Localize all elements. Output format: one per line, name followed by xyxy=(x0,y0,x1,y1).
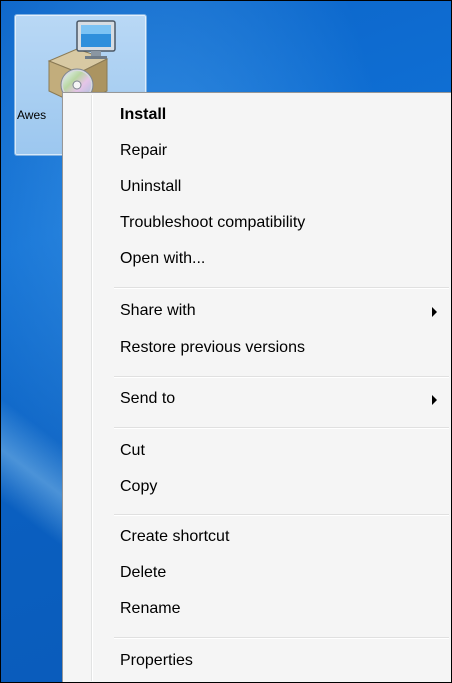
menu-item-label: Rename xyxy=(120,600,181,617)
submenu-arrow-icon xyxy=(432,307,437,317)
menu-item-label: Troubleshoot compatibility xyxy=(120,214,306,231)
menu-item-label: Repair xyxy=(120,142,168,159)
menu-item-label: Copy xyxy=(120,478,158,495)
menu-item-properties[interactable]: Properties xyxy=(66,648,449,676)
menu-item-troubleshoot-compatibility[interactable]: Troubleshoot compatibility xyxy=(66,210,449,238)
menu-item-share-with[interactable]: Share with xyxy=(66,298,449,326)
menu-item-repair[interactable]: Repair xyxy=(66,138,449,166)
menu-item-open-with[interactable]: Open with... xyxy=(66,246,449,274)
menu-item-label: Delete xyxy=(120,564,167,581)
context-menu: Install Repair Uninstall Troubleshoot co… xyxy=(62,92,451,682)
desktop: Awes Install Repair Uninstall Troublesho… xyxy=(0,0,452,683)
menu-item-label: Cut xyxy=(120,442,145,459)
menu-item-label: Open with... xyxy=(120,250,206,267)
menu-item-label: Properties xyxy=(120,652,193,669)
menu-item-send-to[interactable]: Send to xyxy=(66,386,449,414)
menu-item-install[interactable]: Install xyxy=(66,102,449,130)
menu-item-label: Send to xyxy=(120,390,176,407)
menu-item-cut[interactable]: Cut xyxy=(66,438,449,466)
menu-item-label: Create shortcut xyxy=(120,528,230,545)
menu-item-delete[interactable]: Delete xyxy=(66,560,449,588)
menu-item-label: Restore previous versions xyxy=(120,339,305,356)
menu-item-restore-previous-versions[interactable]: Restore previous versions xyxy=(66,335,449,363)
menu-item-label: Share with xyxy=(120,302,196,319)
menu-item-label: Install xyxy=(120,106,167,123)
menu-separator xyxy=(114,427,449,429)
menu-item-label: Uninstall xyxy=(120,178,182,195)
menu-item-copy[interactable]: Copy xyxy=(66,474,449,502)
menu-separator xyxy=(114,376,449,378)
submenu-arrow-icon xyxy=(432,395,437,405)
menu-separator xyxy=(114,287,449,289)
menu-item-rename[interactable]: Rename xyxy=(66,596,449,624)
menu-separator xyxy=(114,637,449,639)
menu-item-create-shortcut[interactable]: Create shortcut xyxy=(66,524,449,552)
menu-item-uninstall[interactable]: Uninstall xyxy=(66,174,449,202)
menu-separator xyxy=(114,514,449,516)
